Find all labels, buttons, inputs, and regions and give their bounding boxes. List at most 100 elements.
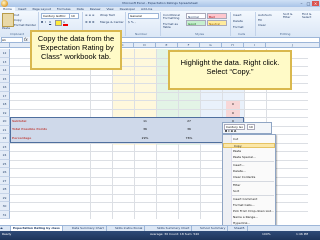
cut-button[interactable]: Cut (14, 13, 19, 17)
sort-filter-button[interactable]: Sort & Filter (283, 13, 299, 19)
delete-cells-button[interactable]: Delete (233, 19, 243, 23)
style-good[interactable]: Good (186, 20, 206, 26)
menu-item-delete[interactable]: Delete... (223, 169, 275, 174)
align-h-icons[interactable]: ≣ ≣ ≣ (85, 20, 94, 24)
row-header[interactable]: 25 (0, 159, 10, 168)
format-cells-button[interactable]: Format (233, 25, 244, 29)
row-header[interactable]: 17 (0, 91, 10, 100)
menu-item-name-range[interactable]: Name a Range... (223, 215, 275, 220)
column-header[interactable]: E (156, 43, 178, 48)
styles-group-label: Styles (195, 32, 205, 36)
row-header[interactable]: 13 (0, 57, 10, 66)
menu-separator (232, 195, 274, 196)
row-header[interactable]: 30 (0, 202, 10, 211)
context-menu: Cut Copy Paste Paste Special... Insert..… (222, 134, 276, 230)
menu-item-copy[interactable]: Copy (223, 143, 275, 148)
column-header[interactable]: H (222, 43, 244, 48)
column-header[interactable]: D (134, 43, 156, 48)
row-header[interactable]: 18 (0, 100, 10, 109)
font-name-select[interactable]: Century Gothic (41, 13, 70, 19)
currency-percent-icons[interactable]: $ % , (128, 20, 136, 24)
title-bar: Microsoft Excel - Expectation Ratings Sp… (0, 0, 320, 7)
row-header[interactable]: 21 (0, 125, 10, 134)
merge-center-button[interactable]: Merge & Center (100, 20, 124, 24)
align-icons[interactable]: ≡ ≡ ≡ (85, 13, 94, 17)
row-header[interactable]: 27 (0, 176, 10, 185)
gridline (10, 108, 308, 110)
cells-group-label: Cells (238, 32, 246, 36)
fx-icon[interactable]: fx (24, 37, 28, 42)
mini-size-select[interactable]: 10 (247, 124, 255, 130)
fill-color-icon[interactable] (55, 20, 62, 26)
row-header[interactable]: 12 (0, 49, 10, 58)
minimize-icon[interactable]: – (298, 1, 305, 6)
row-header[interactable]: 22 (0, 134, 10, 143)
row-header[interactable]: 24 (0, 151, 10, 160)
total-value: 36 (187, 127, 191, 131)
menu-item-paste[interactable]: Paste (223, 149, 275, 154)
menu-item-insert-comment[interactable]: Insert Comment (223, 197, 275, 202)
row-header[interactable]: 23 (0, 142, 10, 151)
row-header[interactable]: 26 (0, 168, 10, 177)
menu-item-pick-list[interactable]: Pick From Drop-down List... (223, 209, 275, 214)
ribbon-divider (230, 12, 231, 36)
instruction-callout-left: Copy the data from the “Expectation Rati… (30, 30, 122, 70)
number-group-label: Number (135, 32, 148, 36)
conditional-formatting-button[interactable]: Conditional Formatting (163, 14, 183, 20)
row-header[interactable]: 19 (0, 108, 10, 117)
column-header[interactable]: I (244, 43, 266, 48)
cell-value: 0 (232, 102, 234, 106)
maximize-icon[interactable]: □ (305, 1, 312, 6)
insert-cells-button[interactable]: Insert (233, 13, 242, 17)
row-header[interactable]: 31 (0, 210, 10, 219)
italic-icon[interactable]: I (45, 20, 46, 24)
menu-item-paste-special[interactable]: Paste Special... (223, 155, 275, 160)
menu-item-insert[interactable]: Insert... (223, 163, 275, 168)
style-neutral[interactable]: Neutral (207, 20, 227, 26)
menu-item-sort[interactable]: Sort (223, 189, 275, 194)
style-bad[interactable]: Bad (207, 13, 227, 19)
office-button-icon[interactable] (1, 0, 8, 7)
paste-button[interactable]: Paste (2, 26, 10, 30)
style-normal[interactable]: Normal (186, 13, 206, 19)
percentage-value: 29% (141, 135, 149, 140)
underline-icon[interactable]: U (49, 20, 51, 24)
status-ready: Ready (2, 232, 12, 236)
row-header[interactable]: 15 (0, 74, 10, 83)
select-all-corner[interactable] (0, 43, 10, 48)
zoom-level[interactable]: 100% (262, 232, 271, 236)
menu-item-cut[interactable]: Cut (223, 137, 275, 142)
instruction-callout-right: Highlight the data. Right click. Select … (168, 50, 292, 90)
column-header[interactable]: G (200, 43, 222, 48)
menu-item-format-cells[interactable]: Format Cells... (223, 203, 275, 208)
row-header[interactable]: 20 (0, 117, 10, 126)
ribbon-divider (125, 12, 126, 36)
close-icon[interactable]: × (312, 1, 319, 6)
menu-item-filter[interactable]: Filter (223, 183, 275, 188)
total-value: 36 (143, 127, 147, 131)
number-format-select[interactable]: General (128, 13, 159, 19)
fill-button[interactable]: Fill (258, 18, 262, 22)
copy-button[interactable]: Copy (14, 18, 22, 22)
column-header[interactable]: F (178, 43, 200, 48)
row-header[interactable]: 14 (0, 66, 10, 75)
subtotal-label: Subtotal (12, 118, 27, 123)
gridline (10, 91, 308, 93)
find-select-button[interactable]: Find & Select (302, 13, 318, 19)
format-painter-button[interactable]: Format Painter (14, 23, 36, 27)
autosum-button[interactable]: AutoSum (258, 13, 272, 17)
bold-icon[interactable]: B (41, 20, 43, 24)
paste-icon[interactable] (2, 13, 14, 27)
font-color-icon[interactable]: A (63, 20, 68, 26)
format-as-table-button[interactable]: Format as Table (163, 23, 183, 29)
menu-item-clear-contents[interactable]: Clear Contents (223, 175, 275, 180)
row-header[interactable]: 29 (0, 193, 10, 202)
row-header[interactable]: 28 (0, 185, 10, 194)
mini-bold-icon[interactable]: B I ≡ A (225, 129, 236, 133)
clear-button[interactable]: Clear (258, 23, 266, 27)
status-stats: Average: 30 Count: 18 Sum: 540 (150, 232, 200, 236)
row-header[interactable]: 16 (0, 83, 10, 92)
wrap-text-button[interactable]: Wrap Text (100, 13, 115, 17)
column-header[interactable]: J (266, 43, 320, 48)
font-size-select[interactable]: 10 (69, 13, 79, 19)
